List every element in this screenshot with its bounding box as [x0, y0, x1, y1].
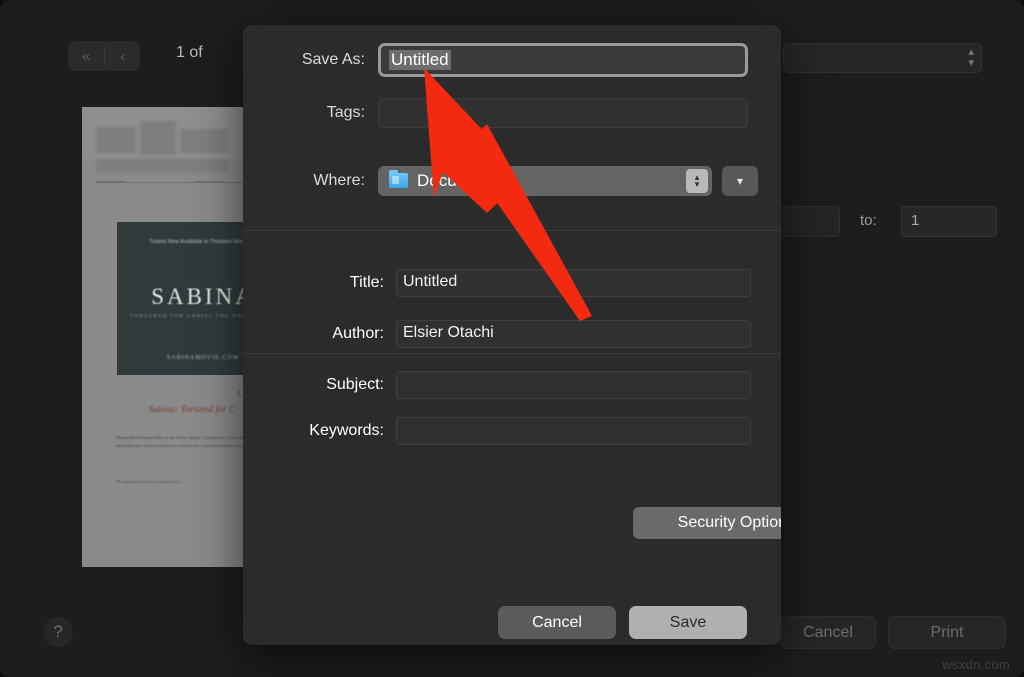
chevron-down-icon: ▾ — [736, 174, 744, 188]
save-as-label: Save As: — [301, 51, 365, 68]
help-button[interactable]: ? — [43, 617, 73, 647]
save-button[interactable]: Save — [629, 606, 747, 639]
where-value: Documents — [417, 171, 503, 190]
where-label: Where: — [313, 172, 365, 189]
preview-rule — [96, 182, 256, 183]
page-navigation-group[interactable]: « ‹ — [68, 41, 140, 71]
where-popup-button[interactable]: Documents ▴ ▾ — [378, 166, 712, 196]
tags-row: Tags: — [243, 98, 748, 128]
keywords-field[interactable] — [396, 417, 751, 445]
first-page-icon[interactable]: « — [68, 41, 104, 71]
tags-label: Tags: — [326, 104, 365, 121]
print-button[interactable]: Print — [888, 616, 1006, 649]
sheet-divider — [243, 353, 781, 354]
preview-rule — [194, 181, 222, 182]
blue-folder-icon — [389, 170, 408, 188]
author-label: Author: — [332, 325, 384, 342]
page-range-to-value: 1 — [911, 212, 920, 229]
previous-page-icon[interactable]: ‹ — [105, 41, 141, 71]
watermark-label: wsxdn.com — [942, 657, 1010, 672]
keywords-row: Keywords: — [243, 417, 751, 445]
keywords-label: Keywords: — [309, 422, 384, 439]
subject-row: Subject: — [243, 371, 751, 399]
title-row: Title: Untitled — [243, 269, 751, 297]
save-dialog: Save As: Untitled Tags: Where: Documents… — [243, 25, 781, 645]
preview-block — [96, 127, 136, 153]
subject-label: Subject: — [326, 376, 384, 393]
preview-coming-soon: Coming — [82, 389, 268, 399]
author-field[interactable]: Elsier Otachi — [396, 320, 751, 348]
where-row: Where: Documents ▴ ▾ ▾ — [243, 166, 758, 196]
printer-popup-button[interactable]: ▴ ▾ — [783, 43, 982, 73]
save-as-field[interactable]: Untitled — [378, 43, 748, 77]
save-as-value: Untitled — [389, 50, 451, 70]
updown-chevron-icon[interactable]: ▴ ▾ — [686, 169, 708, 193]
preview-block — [180, 129, 228, 153]
updown-chevron-icon: ▴ ▾ — [968, 46, 974, 69]
author-row: Author: Elsier Otachi — [243, 320, 751, 348]
expand-browser-button[interactable]: ▾ — [722, 166, 758, 196]
range-to-label: to: — [860, 212, 877, 229]
save-as-row: Save As: Untitled — [243, 43, 748, 77]
page-range-to-field[interactable]: 1 — [901, 206, 997, 237]
title-label: Title: — [349, 274, 384, 291]
title-value: Untitled — [403, 273, 458, 290]
cancel-button[interactable]: Cancel — [498, 606, 616, 639]
page-count-label: 1 of — [176, 44, 203, 61]
preview-block — [140, 121, 176, 155]
preview-block — [96, 159, 228, 173]
author-value: Elsier Otachi — [403, 324, 494, 341]
security-options-button[interactable]: Security Options... — [633, 507, 781, 539]
title-field[interactable]: Untitled — [396, 269, 751, 297]
print-cancel-button[interactable]: Cancel — [780, 616, 876, 649]
sheet-divider — [243, 230, 781, 231]
subject-field[interactable] — [396, 371, 751, 399]
tags-field[interactable] — [378, 98, 748, 128]
